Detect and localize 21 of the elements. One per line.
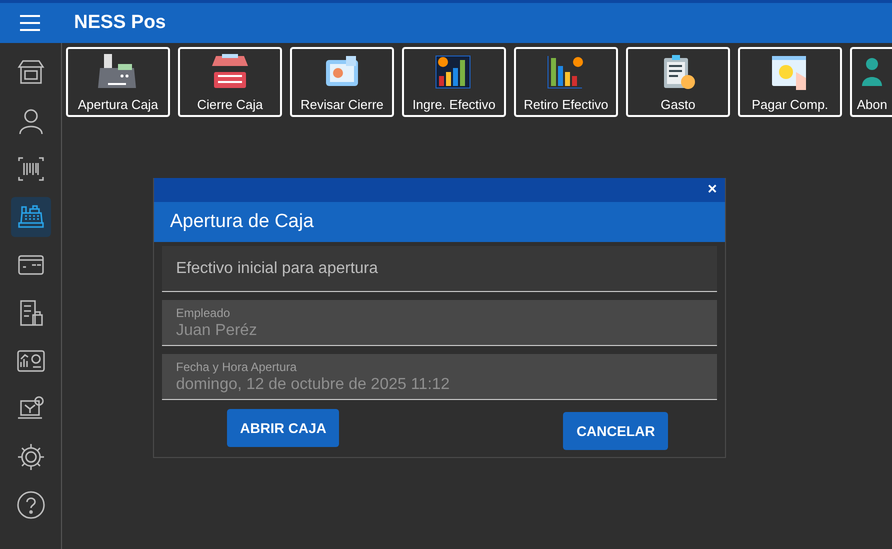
app-title: NESS Pos <box>74 12 166 34</box>
toolbar-button[interactable]: Gasto <box>626 47 730 117</box>
toolbar-button[interactable]: Revisar Cierre <box>290 47 394 117</box>
help-icon <box>14 489 46 521</box>
cash-input-field[interactable]: Efectivo inicial para apertura <box>162 246 717 292</box>
field-label: Fecha y Hora Apertura <box>176 360 298 374</box>
toolbar-button[interactable]: Retiro Efectivo <box>514 47 618 117</box>
field-value: Juan Peréz <box>176 322 258 340</box>
close-button[interactable]: × <box>706 181 719 199</box>
dialog-title: Apertura de Caja <box>170 211 314 233</box>
toolbar-button[interactable]: Ingre. Efectivo <box>402 47 506 117</box>
toolbar-button[interactable]: Apertura Caja <box>66 47 170 117</box>
menu-icon[interactable] <box>18 14 42 32</box>
open-register-button[interactable]: ABRIR CAJA <box>227 409 340 447</box>
sidebar-item[interactable] <box>10 197 50 237</box>
toolbar-button[interactable]: Abon <box>850 47 892 117</box>
toolbar-button[interactable]: Cierre Caja <box>178 47 282 117</box>
field-value: domingo, 12 de octubre de 2025 11:12 <box>176 376 451 394</box>
cancel-button[interactable]: CANCELAR <box>563 412 668 450</box>
toolbar-button[interactable]: Pagar Comp. <box>738 47 842 117</box>
field-label: Empleado <box>176 306 232 320</box>
